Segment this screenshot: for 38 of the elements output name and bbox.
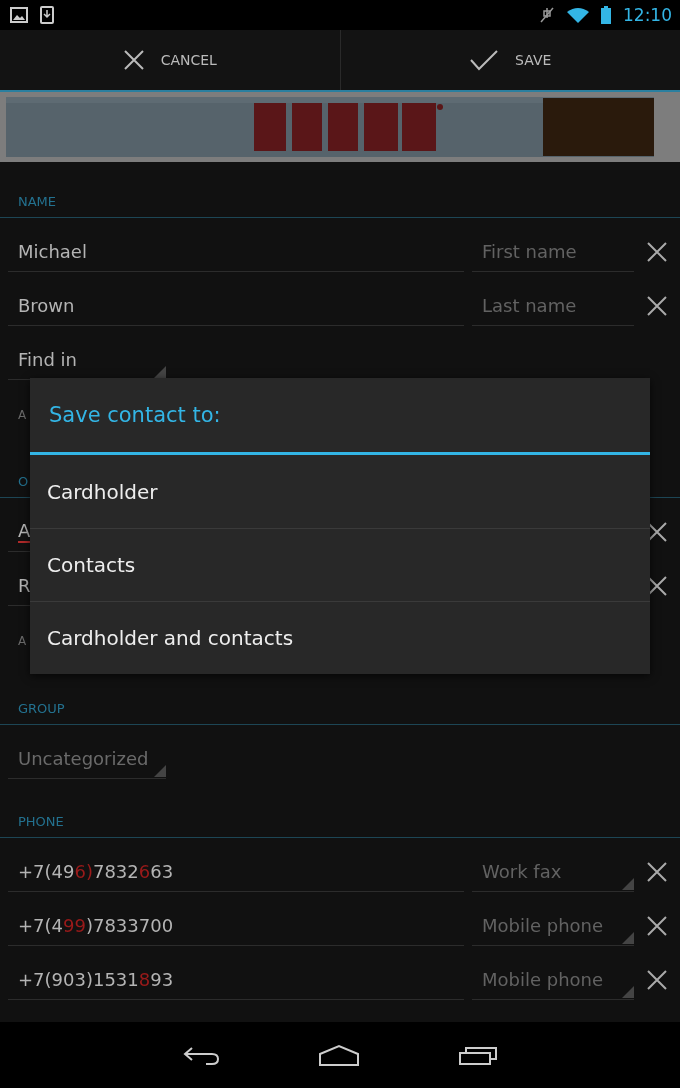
field-label: A [18, 408, 27, 422]
dropdown-corner-icon [622, 931, 634, 944]
remove-icon[interactable] [646, 861, 668, 883]
dropdown-corner-icon [154, 764, 166, 777]
recent-apps-icon[interactable] [458, 1044, 498, 1066]
home-icon[interactable] [318, 1044, 360, 1066]
remove-icon[interactable] [646, 295, 668, 317]
remove-icon[interactable] [646, 915, 668, 937]
section-header: GROUP [17, 701, 65, 718]
text-field[interactable]: +7(903)1531893 [8, 960, 464, 1000]
dialog-option[interactable]: Cardholder [30, 455, 650, 528]
field-label: A [18, 634, 27, 648]
cancel-button[interactable]: CANCEL [0, 30, 340, 90]
download-icon [40, 6, 54, 24]
dialog-title: Save contact to: [30, 378, 650, 455]
dropdown-corner-icon [622, 877, 634, 890]
text-field[interactable]: Michael [8, 232, 464, 272]
section-header: PHONE [17, 814, 64, 831]
section-header: O [17, 474, 29, 491]
save-button[interactable]: SAVE [339, 30, 680, 90]
dialog-option[interactable]: Contacts [30, 528, 650, 601]
remove-icon[interactable] [646, 241, 668, 263]
battery-icon [601, 6, 611, 24]
dialog-option[interactable]: Cardholder and contacts [30, 601, 650, 674]
dropdown-corner-icon [154, 365, 166, 378]
close-icon [122, 49, 145, 71]
section-header: NAME [17, 194, 57, 211]
remove-icon[interactable] [646, 969, 668, 991]
text-field[interactable]: Brown [8, 286, 464, 326]
back-icon[interactable] [182, 1044, 220, 1066]
check-icon [469, 49, 500, 71]
dropdown-corner-icon [622, 985, 634, 998]
wifi-icon [567, 7, 589, 23]
clock-time: 12:10 [623, 5, 672, 25]
image-icon [10, 7, 28, 23]
text-field[interactable]: +7(499)7833700 [8, 906, 464, 946]
text-field[interactable]: +7(496)7832663 [8, 852, 464, 892]
muted-icon [539, 6, 555, 24]
